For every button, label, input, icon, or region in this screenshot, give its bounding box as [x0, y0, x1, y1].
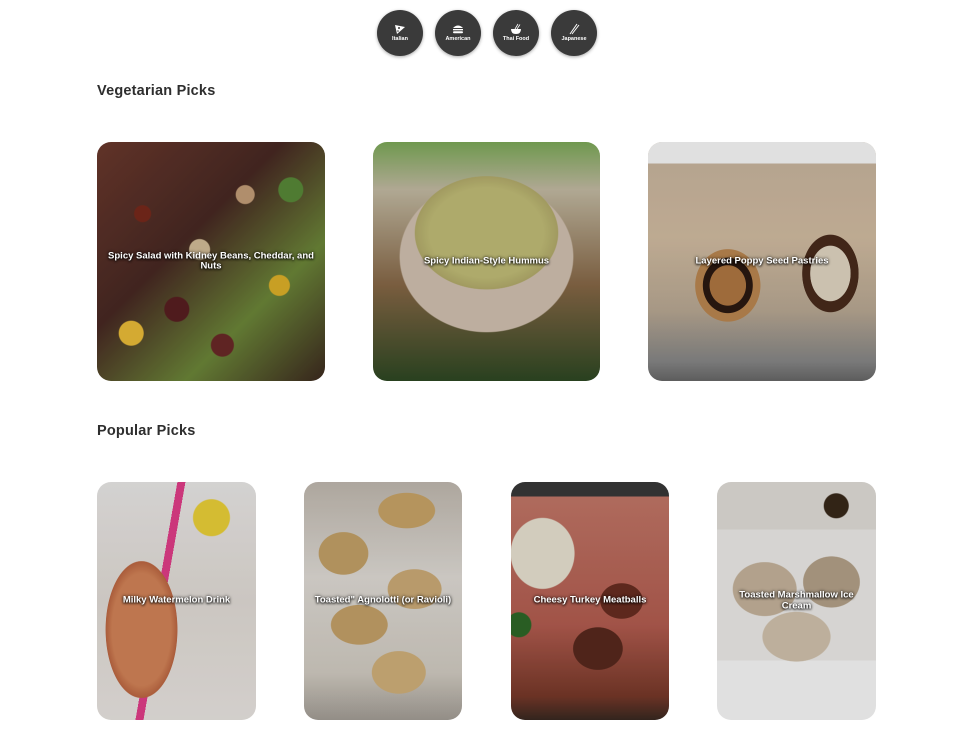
- noodle-bowl-icon: [511, 24, 521, 35]
- recipe-title: Layered Poppy Seed Pastries: [695, 255, 829, 267]
- recipe-card[interactable]: Toasted" Agnolotti (or Ravioli): [304, 482, 462, 720]
- section-title-popular: Popular Picks: [97, 423, 196, 439]
- recipe-title: Milky Watermelon Drink: [122, 594, 231, 606]
- recipe-title: Toasted Marshmallow Ice Cream: [739, 589, 854, 611]
- category-label: Italian: [392, 36, 408, 43]
- category-label: Japanese: [561, 36, 587, 43]
- recipe-card[interactable]: Toasted Marshmallow Ice Cream: [717, 482, 876, 720]
- category-label: Thai Food: [502, 36, 530, 43]
- recipe-title: Toasted" Agnolotti (or Ravioli): [314, 594, 452, 606]
- category-thai-food-button[interactable]: Thai Food: [493, 10, 539, 56]
- category-american-button[interactable]: American: [435, 10, 481, 56]
- burger-icon: [453, 25, 463, 34]
- category-italian-button[interactable]: Italian: [377, 10, 423, 56]
- recipe-card[interactable]: Milky Watermelon Drink: [97, 482, 256, 720]
- recipe-title: Cheesy Turkey Meatballs: [533, 594, 647, 606]
- category-japanese-button[interactable]: Japanese: [551, 10, 597, 56]
- recipe-card[interactable]: Spicy Indian-Style Hummus: [373, 142, 600, 381]
- recipe-card[interactable]: Spicy Salad with Kidney Beans, Cheddar, …: [97, 142, 325, 381]
- section-title-vegetarian: Vegetarian Picks: [97, 83, 216, 99]
- category-label: American: [445, 36, 471, 43]
- chopsticks-icon: [569, 23, 580, 35]
- recipe-card[interactable]: Layered Poppy Seed Pastries: [648, 142, 876, 381]
- recipe-title: Spicy Indian-Style Hummus: [423, 255, 550, 267]
- recipe-title: Spicy Salad with Kidney Beans, Cheddar, …: [108, 249, 314, 272]
- category-nav: Italian American Thai Food Japanese: [377, 10, 597, 56]
- recipe-card[interactable]: Cheesy Turkey Meatballs: [511, 482, 669, 720]
- pizza-icon: [395, 25, 405, 35]
